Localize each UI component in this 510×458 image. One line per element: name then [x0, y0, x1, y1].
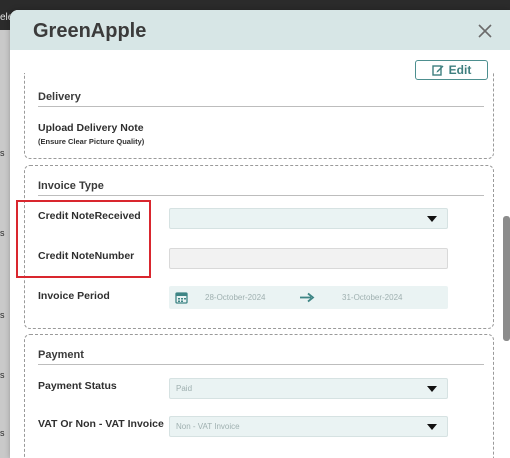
invoice-period-start: 28-October-2024 — [205, 293, 266, 302]
payment-status-label: Payment Status — [38, 380, 117, 392]
arrow-right-icon — [300, 292, 315, 303]
payment-section-title: Payment — [38, 349, 84, 361]
chevron-down-icon — [427, 386, 437, 392]
background-edge-text: s — [0, 148, 5, 158]
vat-invoice-label: VAT Or Non - VAT Invoice — [38, 418, 164, 430]
invoice-period-end: 31-October-2024 — [342, 293, 403, 302]
vat-invoice-select[interactable]: Non - VAT Invoice — [169, 416, 448, 437]
delivery-section-title: Delivery — [38, 91, 81, 103]
modal-header: GreenApple — [10, 10, 510, 50]
scrollbar-thumb[interactable] — [503, 216, 510, 341]
upload-delivery-note-hint: (Ensure Clear Picture Quality) — [38, 137, 145, 146]
payment-status-select[interactable]: Paid — [169, 378, 448, 399]
section-divider — [38, 106, 484, 107]
invoice-type-section-title: Invoice Type — [38, 180, 104, 192]
payment-section: Payment Payment Status Paid VAT Or Non -… — [24, 334, 494, 458]
invoice-period-range[interactable]: 28-October-2024 31-October-2024 — [169, 286, 448, 309]
invoice-period-label: Invoice Period — [38, 290, 110, 302]
calendar-icon — [175, 292, 188, 304]
background-edge-text: s — [0, 228, 5, 238]
vat-invoice-value: Non - VAT Invoice — [176, 422, 240, 431]
highlight-box — [16, 200, 151, 278]
background-edge-text: s — [0, 370, 5, 380]
payment-status-value: Paid — [176, 384, 193, 393]
upload-delivery-note-label[interactable]: Upload Delivery Note — [38, 122, 144, 134]
close-button[interactable] — [476, 22, 494, 40]
section-divider — [38, 195, 484, 196]
credit-note-received-select[interactable] — [169, 208, 448, 229]
section-divider — [38, 364, 484, 365]
modal-title: GreenApple — [33, 20, 147, 42]
background-edge-text: s — [0, 428, 5, 438]
delivery-section: Delivery Upload Delivery Note (Ensure Cl… — [24, 73, 494, 159]
chevron-down-icon — [427, 216, 437, 222]
chevron-down-icon — [427, 424, 437, 430]
credit-note-number-input[interactable] — [169, 248, 448, 269]
background-edge-text: s — [0, 310, 5, 320]
close-icon — [478, 24, 492, 38]
